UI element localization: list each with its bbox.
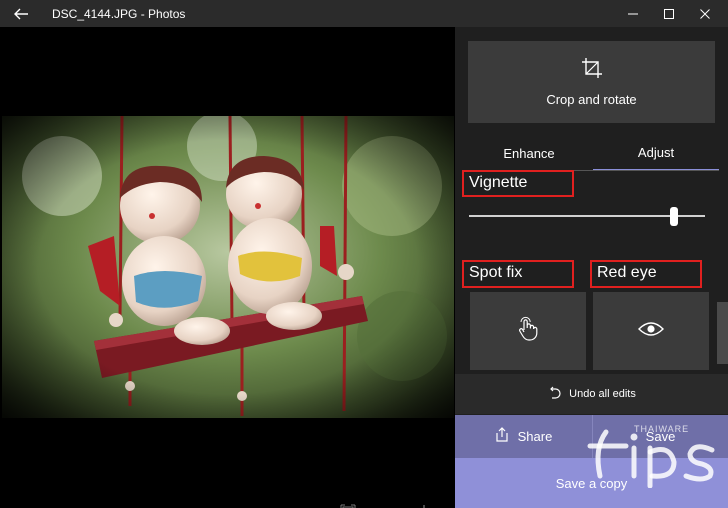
vignette-slider-thumb[interactable]: [670, 207, 678, 226]
save-button[interactable]: Save: [592, 415, 728, 458]
touch-hand-icon: [516, 316, 540, 347]
vignette-slider[interactable]: [469, 205, 709, 227]
share-label: Share: [517, 429, 553, 444]
close-button[interactable]: [682, 0, 728, 27]
zoom-in-icon[interactable]: [412, 500, 436, 508]
photo-image[interactable]: [2, 116, 454, 418]
edit-tabs: Enhance Adjust: [455, 135, 728, 171]
photo-viewer: [0, 27, 455, 508]
viewer-toolbar: [336, 500, 446, 508]
tab-enhance[interactable]: Enhance: [465, 135, 593, 171]
share-icon: [494, 427, 510, 446]
share-button[interactable]: Share: [455, 415, 591, 458]
undo-icon: [547, 386, 561, 403]
tools-scroll-indicator[interactable]: [717, 302, 728, 364]
back-arrow-icon[interactable]: [12, 5, 30, 23]
tab-adjust[interactable]: Adjust: [593, 135, 719, 171]
red-eye-button[interactable]: [593, 292, 709, 370]
vignette-label: Vignette: [462, 170, 574, 197]
crop-and-rotate-label: Crop and rotate: [546, 92, 637, 107]
red-eye-label: Red eye: [590, 260, 702, 288]
spot-fix-button[interactable]: [470, 292, 586, 370]
title-bar: DSC_4144.JPG - Photos: [0, 0, 728, 27]
eye-icon: [638, 320, 664, 343]
edit-panel: Crop and rotate Enhance Adjust Vignette …: [455, 27, 728, 508]
crop-icon: [581, 57, 603, 84]
save-a-copy-button[interactable]: Save a copy: [455, 458, 728, 508]
zoom-out-icon[interactable]: [374, 500, 398, 508]
crop-and-rotate-button[interactable]: Crop and rotate: [468, 41, 715, 123]
window-title: DSC_4144.JPG - Photos: [52, 7, 186, 21]
action-bar: Share Save: [455, 415, 728, 458]
fit-to-window-icon[interactable]: [336, 500, 360, 508]
undo-all-edits-button[interactable]: Undo all edits: [455, 374, 728, 414]
spot-fix-label: Spot fix: [462, 260, 574, 288]
save-label: Save: [645, 429, 676, 444]
undo-all-edits-label: Undo all edits: [569, 388, 636, 400]
